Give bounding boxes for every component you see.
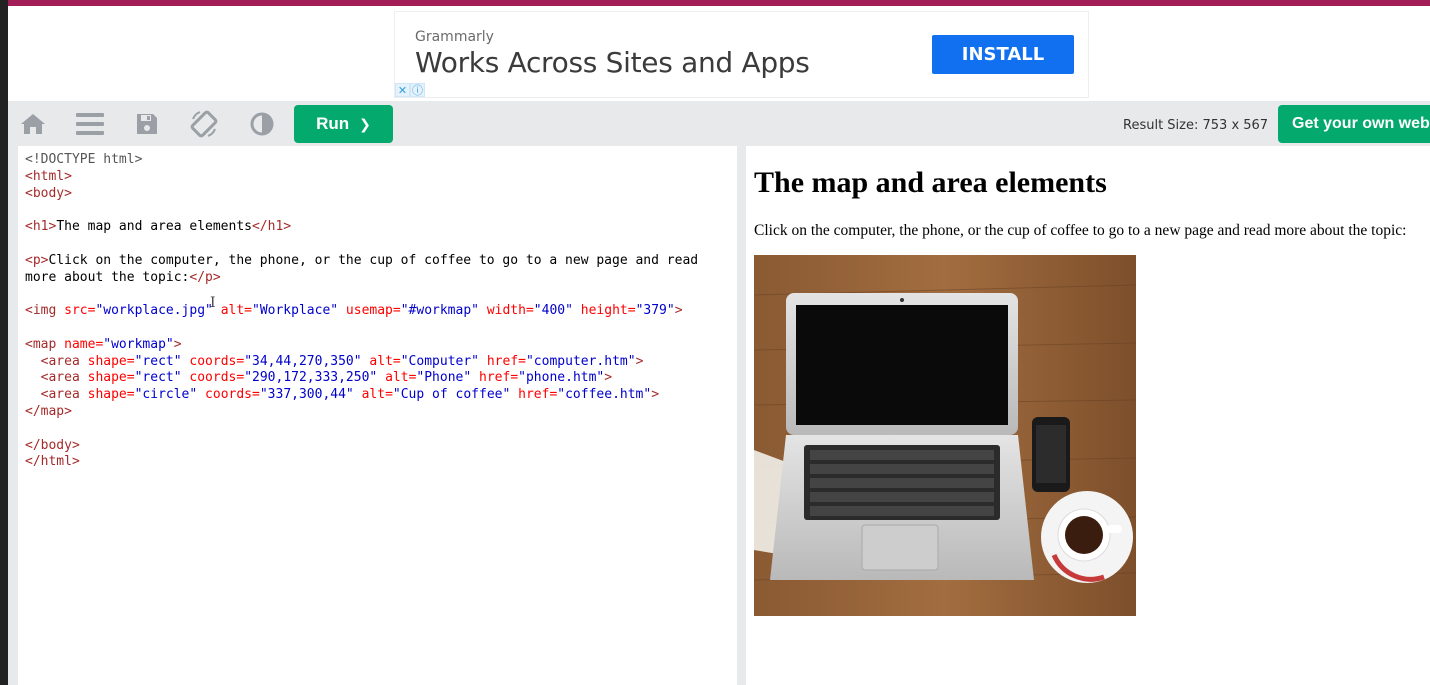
tryit-editor-window: Grammarly Works Across Sites and Apps IN… [0,0,1430,685]
toolbar: Run ❯ Result Size: 753 x 567 Get your ow… [8,101,1430,146]
code-line[interactable]: <img src="workplace.jpg" alt="Workplace"… [25,303,698,320]
result-paragraph: Click on the computer, the phone, or the… [754,222,1407,239]
code-line[interactable]: ​ [25,421,698,438]
ad-info-icon[interactable]: ⓘ [410,83,425,97]
coffee-cup-area[interactable] [1041,491,1133,583]
code-line[interactable]: </map> [25,404,698,421]
menu-icon[interactable] [76,110,104,138]
code-editor[interactable]: <!DOCTYPE html><html><body>​<h1>The map … [18,146,737,685]
phone-area[interactable] [1032,417,1070,492]
ad-headline[interactable]: Works Across Sites and Apps [415,46,810,79]
code-line[interactable]: ​ [25,202,698,219]
ad-choices: ✕ ⓘ [395,83,425,97]
run-button[interactable]: Run ❯ [294,105,393,143]
ad-banner[interactable]: Grammarly Works Across Sites and Apps IN… [394,11,1089,98]
code-line[interactable]: <h1>The map and area elements</h1> [25,219,698,236]
code-line[interactable]: ​ [25,320,698,337]
code-line[interactable]: </body> [25,438,698,455]
contrast-icon[interactable] [248,110,276,138]
home-icon[interactable] [19,110,47,138]
code-line[interactable]: ​ [25,286,698,303]
code-line[interactable]: <map name="workmap"> [25,337,698,354]
code-line[interactable]: more about the topic:</p> [25,270,698,287]
panel-drag-handle[interactable] [737,146,746,685]
text-cursor-icon: I [210,295,216,311]
result-size-readout: Result Size: 753 x 567 [1123,118,1269,133]
code-line[interactable]: <area shape="rect" coords="34,44,270,350… [25,354,698,371]
chevron-right-icon: ❯ [359,115,371,132]
code-line[interactable]: ​ [25,236,698,253]
code-line[interactable]: <body> [25,186,698,203]
code-line[interactable]: </html> [25,454,698,471]
code-line[interactable]: <area shape="circle" coords="337,300,44"… [25,387,698,404]
get-your-own-website-button[interactable]: Get your own websi [1278,105,1430,143]
run-label: Run [316,114,350,133]
result-heading: The map and area elements [754,166,1107,199]
code-line[interactable]: <area shape="rect" coords="290,172,333,2… [25,370,698,387]
ad-install-button[interactable]: INSTALL [932,35,1074,74]
code-line[interactable]: <p>Click on the computer, the phone, or … [25,253,698,270]
ad-close-icon[interactable]: ✕ [395,83,410,97]
save-icon[interactable] [133,110,161,138]
workplace-image-map[interactable] [754,255,1136,616]
code-text[interactable]: <!DOCTYPE html><html><body>​<h1>The map … [25,152,698,471]
window-left-edge [0,0,8,685]
rotate-icon[interactable] [190,110,218,138]
ad-brand: Grammarly [415,29,494,45]
laptop-area[interactable] [770,293,1034,580]
code-line[interactable]: <html> [25,169,698,186]
result-panel: The map and area elements Click on the c… [746,146,1430,685]
code-line[interactable]: <!DOCTYPE html> [25,152,698,169]
